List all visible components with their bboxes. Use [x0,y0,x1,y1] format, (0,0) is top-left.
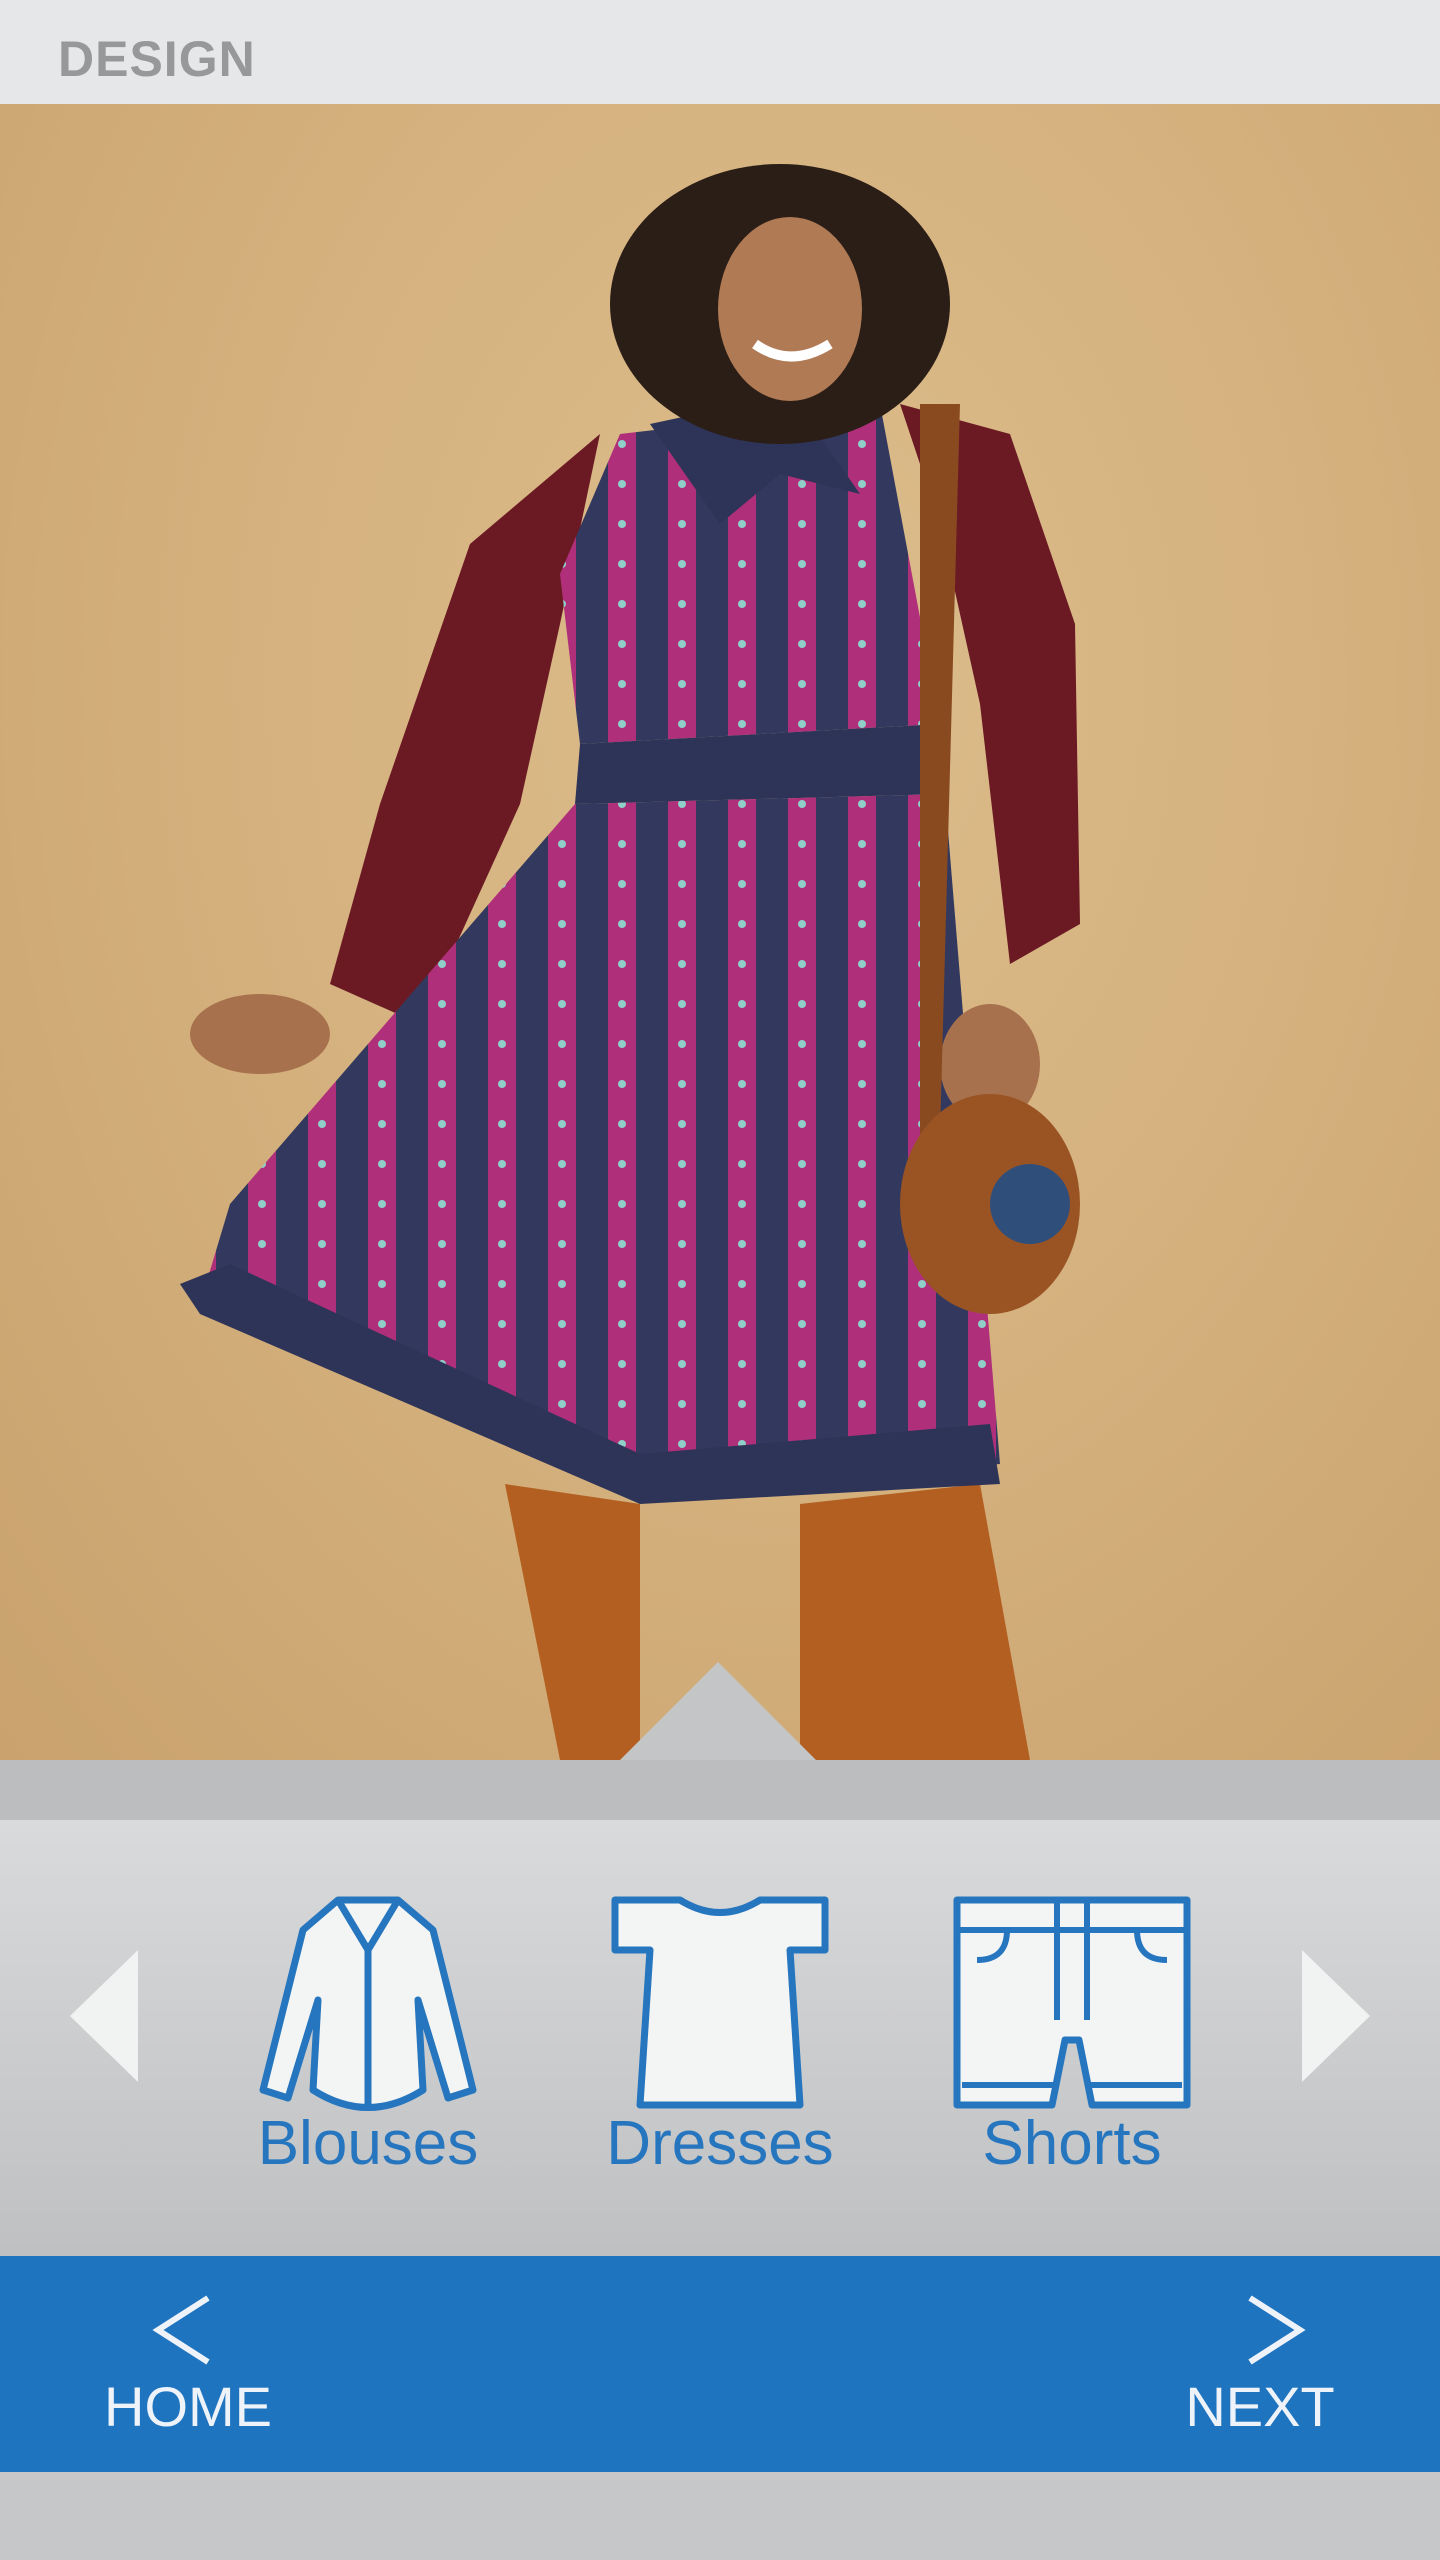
home-button[interactable]: HOME [88,2292,288,2442]
app-screen: DESIGN Blouses Dresses Shorts HOME NEXT [0,0,1440,2560]
carousel-next-arrow-icon[interactable] [1302,1950,1370,2082]
page-title: DESIGN [58,31,256,87]
chevron-left-icon [152,2295,210,2365]
hero-photo [0,104,1440,1760]
carousel-prev-arrow-icon[interactable] [70,1950,138,2082]
blouse-icon [259,1896,477,2111]
category-blouses[interactable]: Blouses [238,1890,498,2220]
category-label: Blouses [257,2109,479,2178]
footer-bar [0,2472,1440,2560]
bottom-nav: HOME NEXT [0,2256,1440,2472]
dress-icon [611,1896,829,2109]
shorts-icon [953,1896,1191,2109]
category-label: Dresses [606,2109,834,2178]
model-illustration [180,164,1080,1760]
home-label: HOME [104,2375,272,2438]
next-label: NEXT [1185,2375,1335,2438]
top-bar: DESIGN [0,0,1440,104]
category-label: Shorts [982,2109,1162,2178]
next-button[interactable]: NEXT [1160,2292,1360,2442]
chevron-right-icon [1248,2295,1306,2365]
category-carousel: Blouses Dresses Shorts [0,1820,1440,2256]
selection-notch [620,1662,816,1760]
divider-strip [0,1760,1440,1820]
category-dresses[interactable]: Dresses [590,1890,850,2220]
category-shorts[interactable]: Shorts [942,1890,1202,2220]
